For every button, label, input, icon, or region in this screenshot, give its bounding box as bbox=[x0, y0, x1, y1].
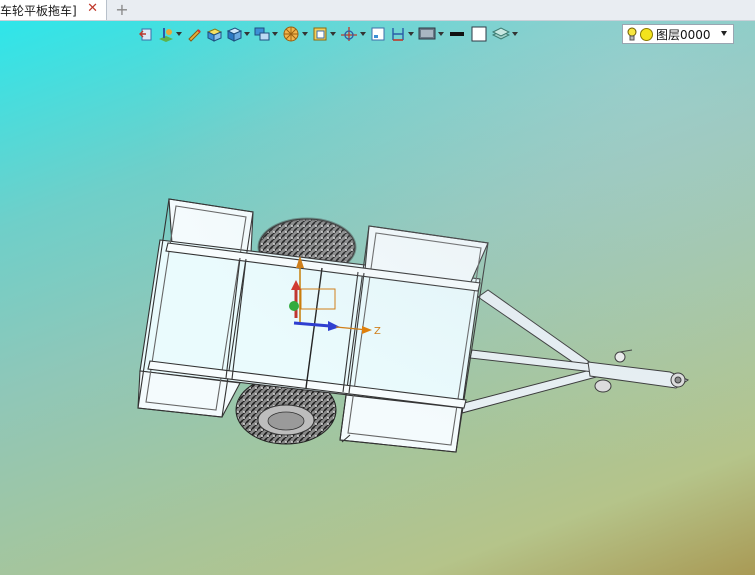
layer-display-button[interactable] bbox=[254, 23, 278, 45]
box-view-icon bbox=[206, 28, 222, 42]
close-icon[interactable]: ✕ bbox=[87, 1, 98, 16]
exit-button[interactable] bbox=[138, 23, 154, 45]
drawbar bbox=[461, 289, 690, 414]
layers-button[interactable] bbox=[492, 23, 518, 45]
render-mode-icon bbox=[283, 26, 299, 42]
document-tab[interactable]: 车轮平板拖车] ✕ bbox=[0, 0, 107, 20]
box-view-button[interactable] bbox=[206, 23, 222, 45]
exit-icon bbox=[139, 28, 152, 41]
pencil-button[interactable] bbox=[186, 23, 202, 45]
line-color-button[interactable] bbox=[448, 23, 466, 45]
sketch-plane-icon bbox=[159, 28, 173, 42]
section-view-icon bbox=[313, 27, 327, 41]
cube-view-icon bbox=[226, 27, 242, 42]
document-tab-title: 车轮平板拖车] bbox=[0, 3, 77, 18]
layer-display-icon bbox=[254, 27, 270, 41]
background-button[interactable] bbox=[418, 23, 444, 45]
layer-name: 图层0000 bbox=[656, 27, 711, 42]
sketch-plane-button[interactable] bbox=[158, 23, 182, 45]
chevron-down-icon[interactable] bbox=[721, 31, 727, 36]
line-color-icon bbox=[450, 32, 464, 36]
axis-icon bbox=[341, 27, 357, 41]
pencil-icon bbox=[188, 29, 201, 42]
frame-button[interactable] bbox=[370, 23, 386, 45]
dimension-icon bbox=[392, 28, 404, 41]
layer-color-swatch bbox=[640, 27, 653, 41]
layer-selector[interactable]: 图层0000 bbox=[622, 24, 734, 44]
fill-color-button[interactable] bbox=[470, 23, 488, 45]
view-toolbar bbox=[138, 22, 618, 46]
fill-color-icon bbox=[471, 26, 487, 42]
layers-icon bbox=[492, 27, 510, 40]
document-tab-bar: 车轮平板拖车] ✕ + bbox=[0, 0, 755, 21]
trailer-model: Z bbox=[137, 198, 690, 453]
cube-view-button[interactable] bbox=[226, 23, 250, 45]
z-axis-label: Z bbox=[374, 326, 381, 337]
dimension-button[interactable] bbox=[390, 23, 414, 45]
section-view-button[interactable] bbox=[312, 23, 336, 45]
lightbulb-icon bbox=[627, 27, 637, 41]
render-mode-button[interactable] bbox=[282, 23, 308, 45]
new-tab-button[interactable]: + bbox=[114, 0, 130, 20]
3d-viewport[interactable]: Z bbox=[0, 21, 755, 575]
background-icon bbox=[418, 27, 436, 40]
axis-button[interactable] bbox=[340, 23, 366, 45]
frame-icon bbox=[371, 27, 385, 41]
